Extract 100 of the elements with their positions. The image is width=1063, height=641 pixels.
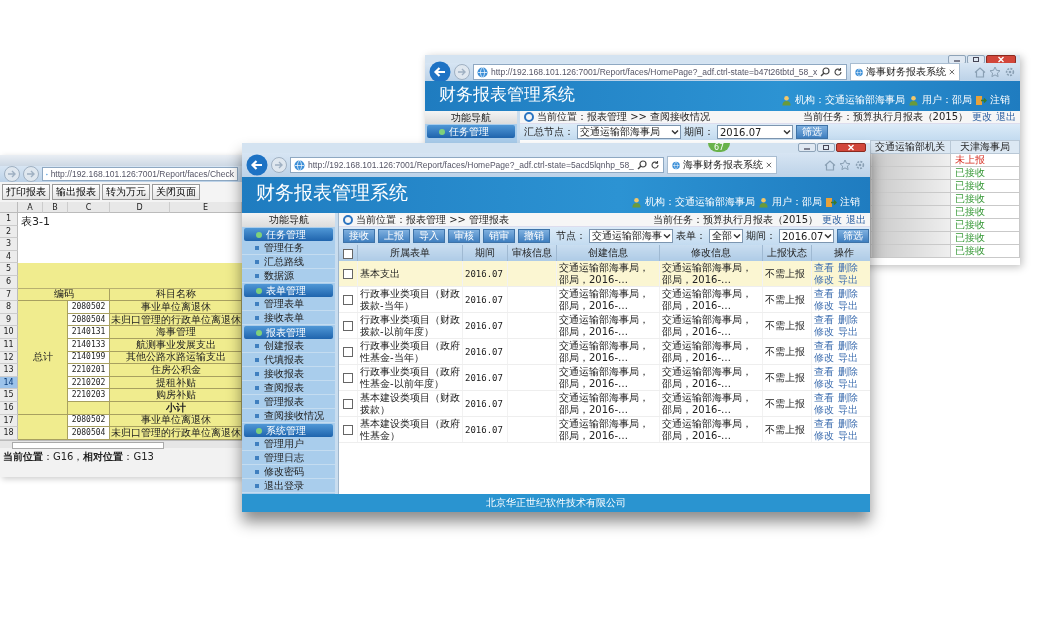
row-header[interactable]: 1	[0, 213, 18, 226]
checkbox[interactable]	[343, 398, 353, 409]
logout-link[interactable]: 注销	[990, 93, 1010, 107]
nav-item[interactable]: 数据源	[242, 269, 335, 283]
checkbox[interactable]	[343, 268, 353, 279]
action-link[interactable]: 删除	[838, 313, 858, 326]
action-link[interactable]: 导出	[838, 299, 858, 312]
toolbar-button[interactable]: 输出报表	[52, 184, 100, 200]
star-icon[interactable]	[839, 159, 851, 171]
close-icon[interactable]	[949, 68, 956, 76]
select-field[interactable]: 2016.07	[717, 125, 793, 139]
nav-item[interactable]: 接收报表	[242, 367, 335, 381]
nav-section[interactable]: 表单管理	[244, 284, 333, 297]
nav-section[interactable]: 报表管理	[244, 326, 333, 339]
action-link[interactable]: 删除	[838, 339, 858, 352]
refresh-icon[interactable]	[833, 67, 844, 77]
nav-item[interactable]: 管理表单	[242, 297, 335, 311]
column-header[interactable]: D	[110, 202, 170, 213]
nav-item[interactable]: 汇总路线	[242, 255, 335, 269]
action-link[interactable]: 查看	[814, 313, 834, 326]
nav-section[interactable]: 任务管理	[427, 125, 515, 138]
action-link[interactable]: 删除	[838, 287, 858, 300]
browser-tab[interactable]: 海事财务报表系统	[850, 63, 961, 81]
action-link[interactable]: 修改	[814, 377, 834, 390]
task-link[interactable]: 更改	[822, 212, 842, 227]
checkbox[interactable]	[343, 424, 353, 435]
nav-item[interactable]: 管理日志	[242, 451, 335, 465]
row-header[interactable]: 15	[0, 389, 18, 402]
nav-item[interactable]: 创建报表	[242, 339, 335, 353]
action-link[interactable]: 修改	[814, 403, 834, 416]
select-field[interactable]: 全部	[709, 229, 743, 243]
close-button[interactable]	[836, 143, 866, 152]
action-link[interactable]: 查看	[814, 339, 834, 352]
action-link[interactable]: 查看	[814, 391, 834, 404]
select-field[interactable]: 交通运输部海事	[589, 229, 673, 243]
nav-item[interactable]: 管理报表	[242, 395, 335, 409]
nav-item[interactable]: 管理任务	[242, 241, 335, 255]
checkbox[interactable]	[343, 320, 353, 331]
address-bar[interactable]: http://192.168.101.126:7001/Report/faces/HomePage?_adf.ctrl-state=5acd5lqnhp_58_	[290, 157, 664, 173]
star-icon[interactable]	[989, 66, 1001, 78]
action-link[interactable]: 导出	[838, 325, 858, 338]
action-link[interactable]: 删除	[838, 417, 858, 430]
maximize-button[interactable]	[817, 143, 835, 152]
action-link[interactable]: 修改	[814, 299, 834, 312]
table-row[interactable]: 基本支出 2016.07 交通运输部海事局，邵局，2016-… 交通运输部海事局，邵局，2016-… 不需上报 查看 删除 修改 导出	[339, 261, 870, 287]
column-header[interactable]: B	[43, 202, 68, 213]
task-link[interactable]: 退出	[846, 212, 866, 227]
row-header[interactable]: 3	[0, 238, 18, 251]
row-header[interactable]: 18	[0, 427, 18, 440]
nav-item[interactable]: 查阅报表	[242, 381, 335, 395]
address-bar[interactable]: http://192.168.101.126:7001/Report/faces/HomePage?_adf.ctrl-state=b47t26tbtd_58_x	[473, 64, 848, 80]
row-header[interactable]: 10	[0, 326, 18, 339]
nav-item[interactable]: 查阅接收情况	[242, 409, 335, 423]
search-icon[interactable]	[820, 67, 831, 77]
browser-tab[interactable]: 海事财务报表系统	[666, 156, 777, 174]
action-link[interactable]: 导出	[838, 273, 858, 286]
scrollbar[interactable]	[0, 439, 242, 448]
row-header[interactable]: 5	[0, 263, 18, 276]
action-link[interactable]: 查看	[814, 365, 834, 378]
nav-section[interactable]: 任务管理	[244, 228, 333, 241]
action-link[interactable]: 查看	[814, 261, 834, 274]
action-link[interactable]: 修改	[814, 351, 834, 364]
toolbar-button[interactable]: 转为万元	[102, 184, 150, 200]
column-header[interactable]: E	[170, 202, 242, 213]
action-button[interactable]: 上报	[378, 229, 410, 243]
nav-item[interactable]: 退出登录	[242, 479, 335, 493]
close-icon[interactable]	[765, 161, 772, 169]
action-link[interactable]: 导出	[838, 429, 858, 442]
column-header[interactable]: C	[68, 202, 110, 213]
action-link[interactable]: 查看	[814, 417, 834, 430]
checkbox[interactable]	[343, 346, 353, 357]
action-link[interactable]: 导出	[838, 377, 858, 390]
task-link[interactable]: 退出	[996, 110, 1016, 124]
action-link[interactable]: 删除	[838, 365, 858, 378]
nav-item[interactable]: 管理用户	[242, 437, 335, 451]
select-field[interactable]: 2016.07	[779, 229, 835, 243]
action-link[interactable]: 修改	[814, 429, 834, 442]
nav-item[interactable]: 代填报表	[242, 353, 335, 367]
checkbox[interactable]	[343, 372, 353, 383]
nav-item[interactable]: 接收表单	[242, 311, 335, 325]
checkbox[interactable]	[343, 248, 353, 259]
address-bar[interactable]: http://192.168.101.126:7001/Report/faces/Check	[42, 167, 238, 181]
checkbox[interactable]	[343, 294, 353, 305]
nav-section[interactable]: 系统管理	[244, 424, 333, 437]
column-header[interactable]: A	[18, 202, 43, 213]
action-link[interactable]: 查看	[814, 287, 834, 300]
logout-link[interactable]: 注销	[840, 195, 860, 209]
action-link[interactable]: 删除	[838, 261, 858, 274]
minimize-button[interactable]	[798, 143, 816, 152]
task-link[interactable]: 更改	[972, 110, 992, 124]
select-field[interactable]: 交通运输部海事局	[577, 125, 681, 139]
action-link[interactable]: 导出	[838, 351, 858, 364]
row-header[interactable]: 8	[0, 301, 18, 314]
action-link[interactable]: 导出	[838, 403, 858, 416]
search-icon[interactable]	[636, 160, 647, 170]
action-link[interactable]: 修改	[814, 325, 834, 338]
action-link[interactable]: 删除	[838, 391, 858, 404]
nav-item[interactable]: 修改密码	[242, 465, 335, 479]
row-header[interactable]: 13	[0, 364, 18, 377]
toolbar-button[interactable]: 打印报表	[2, 184, 50, 200]
